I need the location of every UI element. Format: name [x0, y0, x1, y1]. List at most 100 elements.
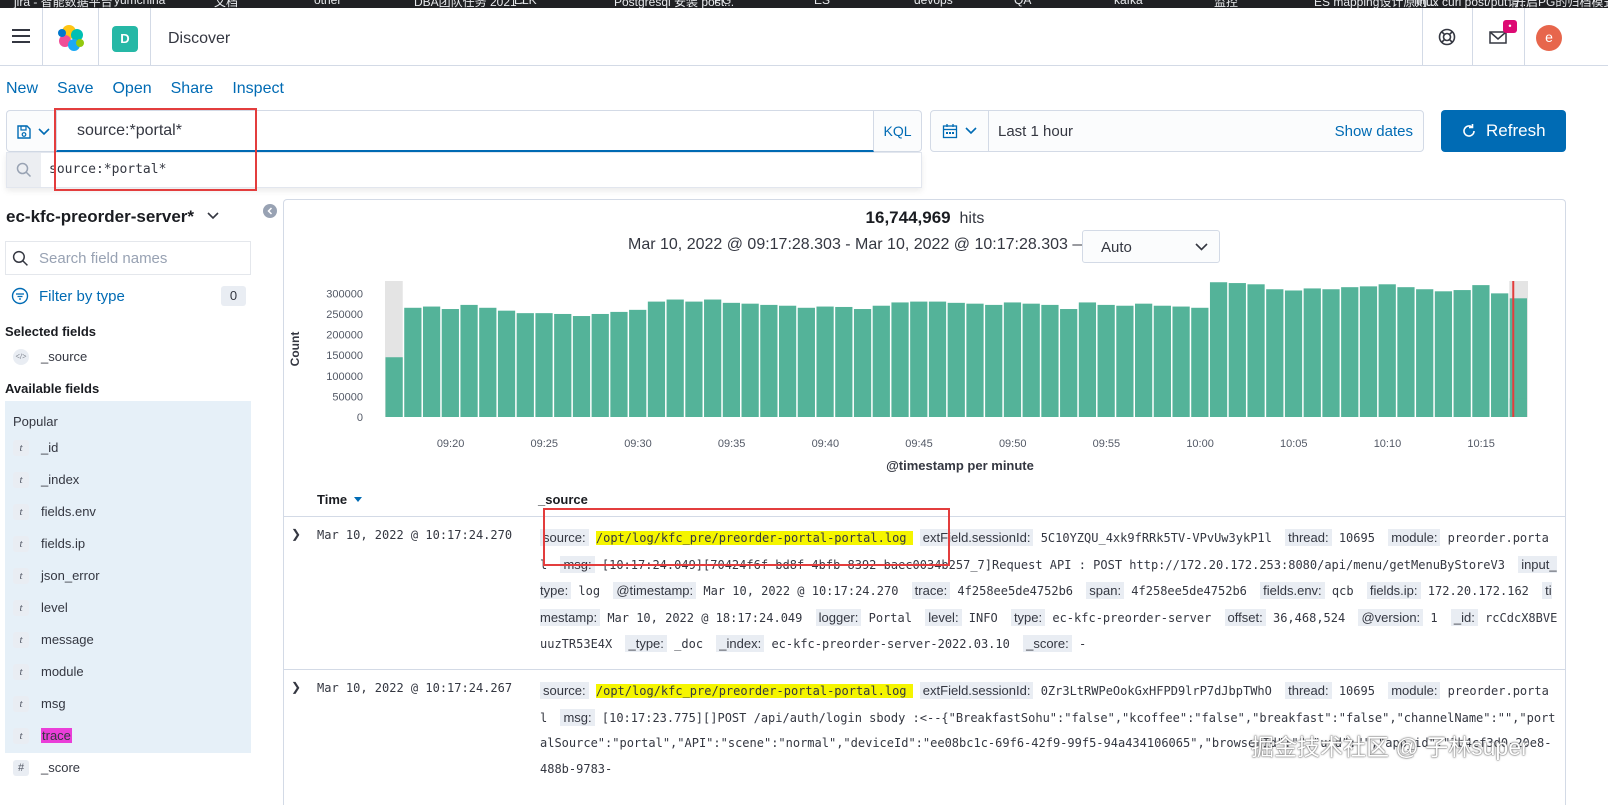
help-icon[interactable] [1437, 27, 1457, 47]
histogram-bar [1359, 286, 1378, 417]
y-tick-label: 0 [357, 412, 363, 424]
bookmark-item[interactable]: 监控 [1214, 0, 1238, 8]
sort-down-icon [353, 497, 362, 502]
field-item-trace[interactable]: t trace [5, 720, 251, 752]
filter-count-badge: 0 [221, 286, 246, 306]
refresh-label: Refresh [1486, 121, 1546, 140]
string-type-icon: t [13, 664, 29, 680]
bookmark-item[interactable]: DBA团队任务 2021 - [414, 0, 524, 8]
bookmark-item[interactable]: linux curl post/put请... [1414, 0, 1529, 8]
interval-select[interactable]: Auto [1082, 230, 1220, 263]
field-key: span: [1086, 582, 1125, 599]
new-button[interactable]: New [6, 80, 38, 98]
header-divider [1472, 8, 1473, 66]
field-key: _id: [1450, 608, 1478, 626]
field-item-fields-ip[interactable]: t fields.ip [5, 528, 251, 560]
histogram-bar [516, 313, 534, 417]
query-language-button[interactable]: KQL [874, 110, 922, 152]
histogram-chart: 300000 250000 200000 150000 100000 50000 0 09:2… [288, 281, 1528, 473]
expand-row-icon[interactable]: ❯ [291, 527, 301, 541]
field-name: trace [41, 728, 72, 743]
histogram-bar [1022, 303, 1040, 417]
bookmark-item[interactable]: yumchina [114, 0, 165, 7]
bookmark-item[interactable]: devops [914, 0, 953, 7]
field-key: msg: [560, 708, 595, 726]
bookmark-item[interactable]: kafka [1114, 0, 1143, 7]
field-item--id[interactable]: t _id [5, 432, 251, 464]
field-key: level: [925, 608, 962, 626]
histogram-bar [1135, 303, 1153, 417]
hits-counter: 16,744,969 hits [0, 208, 1608, 228]
expand-row-icon[interactable]: ❯ [291, 680, 301, 694]
elastic-logo-icon[interactable] [56, 23, 86, 53]
field-item-module[interactable]: t module [5, 656, 251, 688]
x-axis-label: @timestamp per minute [886, 458, 1034, 473]
bookmark-item[interactable]: jira - 智能数据平台 [14, 0, 113, 8]
field-item--score[interactable]: # _score [5, 752, 251, 784]
bookmark-item[interactable]: 开启PG的归档模式 - ... [1514, 0, 1608, 8]
bookmark-item[interactable]: other [314, 0, 341, 7]
histogram-bar [1228, 283, 1246, 417]
field-item-fields-env[interactable]: t fields.env [5, 496, 251, 528]
field-item-msg[interactable]: t msg [5, 688, 251, 720]
histogram-bar [760, 304, 778, 417]
field-item-json-error[interactable]: t json_error [5, 560, 251, 592]
bookmark-item[interactable]: ES [814, 0, 830, 7]
user-avatar[interactable]: e [1536, 25, 1562, 51]
bookmark-item[interactable]: PG [714, 0, 731, 7]
time-column-header[interactable]: Time [317, 492, 362, 507]
space-avatar[interactable]: D [112, 26, 138, 52]
histogram-bar [1434, 291, 1453, 417]
chevron-down-icon [38, 128, 50, 136]
open-button[interactable]: Open [112, 80, 151, 98]
x-tick-label: 09:50 [999, 438, 1027, 450]
quick-date-button[interactable] [931, 111, 989, 151]
histogram-bar [1116, 305, 1134, 417]
histogram-bar [891, 302, 909, 417]
x-tick-label: 09:55 [1093, 438, 1121, 450]
histogram-bar [797, 307, 815, 417]
y-tick-label: 250000 [326, 309, 363, 321]
chevron-down-icon [965, 127, 977, 135]
field-value: Mar 10, 2022 @ 10:17:24.270 [703, 584, 899, 598]
saved-query-button[interactable] [6, 110, 56, 152]
histogram-bar [685, 301, 703, 417]
histogram-bar [1247, 284, 1265, 417]
field-key: trace: [911, 582, 951, 599]
field-value: log [578, 584, 601, 598]
field-item-level[interactable]: t level [5, 592, 251, 624]
time-header-label: Time [317, 492, 348, 507]
bookmark-item[interactable]: ELK [514, 0, 537, 7]
field-name: _id [41, 440, 59, 455]
field-search-input[interactable] [5, 241, 251, 275]
save-button[interactable]: Save [57, 80, 93, 98]
share-button[interactable]: Share [171, 80, 214, 98]
source-column-header: _source [538, 492, 588, 507]
bookmark-item[interactable]: 文档 [214, 0, 238, 8]
field-item-message[interactable]: t message [5, 624, 251, 656]
menu-icon[interactable] [12, 29, 30, 43]
histogram-bar [404, 307, 422, 417]
field-item--index[interactable]: t _index [5, 464, 251, 496]
filter-by-type-button[interactable]: Filter by type [39, 288, 125, 305]
selected-field-item[interactable]: </> _source [5, 341, 251, 373]
row-divider [284, 669, 1566, 670]
field-value: 172.20.172.162 [1427, 584, 1529, 598]
show-dates-link[interactable]: Show dates [1335, 123, 1413, 140]
histogram-bar [966, 303, 984, 417]
highlighted-match: /opt/log/kfc_pre/preorder-portal-portal.… [595, 684, 913, 698]
date-range-label[interactable]: Last 1 hour [998, 123, 1073, 140]
inspect-button[interactable]: Inspect [232, 80, 284, 98]
histogram-bar [1209, 282, 1228, 417]
histogram-bar [647, 301, 666, 417]
popular-fields-label: Popular [13, 414, 58, 429]
field-key: module: [1388, 529, 1441, 546]
histogram-bar [872, 305, 890, 417]
histogram-bar [385, 357, 403, 417]
refresh-button[interactable]: Refresh [1441, 110, 1566, 152]
y-tick-label: 100000 [326, 371, 363, 383]
header-divider [150, 8, 151, 66]
histogram-bar [1416, 289, 1434, 417]
bookmark-item[interactable]: QA [1014, 0, 1031, 7]
y-tick-label: 300000 [326, 288, 363, 300]
